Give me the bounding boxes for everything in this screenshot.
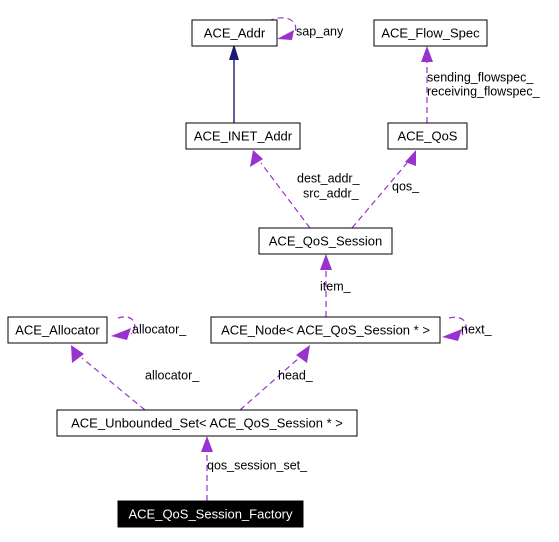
class-boxes: ACE_Addr ACE_Flow_Spec ACE_INET_Addr ACE… (7, 19, 488, 528)
label-next: next_ (461, 322, 493, 336)
label-item: item_ (320, 279, 352, 293)
class-node-ace-qos-session-factory[interactable]: ACE_QoS_Session_Factory (117, 500, 304, 528)
edge-session-to-inet-addr (250, 150, 311, 229)
class-label-ace-inet-addr: ACE_INET_Addr (194, 128, 293, 143)
label-receiving-flowspec: receiving_flowspec_ (427, 84, 541, 98)
class-node-ace-allocator[interactable]: ACE_Allocator (7, 316, 108, 344)
class-label-ace-unbounded-set: ACE_Unbounded_Set< ACE_QoS_Session * > (71, 415, 343, 430)
class-node-ace-node[interactable]: ACE_Node< ACE_QoS_Session * > (210, 316, 441, 344)
class-node-ace-flow-spec[interactable]: ACE_Flow_Spec (373, 19, 488, 47)
label-allocator-set: allocator_ (145, 368, 200, 382)
class-node-ace-addr[interactable]: ACE_Addr (191, 19, 278, 47)
label-sending-flowspec: sending_flowspec_ (427, 70, 534, 84)
class-label-ace-qos: ACE_QoS (398, 128, 458, 143)
class-label-ace-qos-session-factory: ACE_QoS_Session_Factory (128, 506, 293, 521)
class-node-ace-qos-session[interactable]: ACE_QoS_Session (258, 227, 393, 255)
class-label-ace-qos-session: ACE_QoS_Session (269, 233, 382, 248)
label-allocator-node: allocator_ (132, 322, 187, 336)
label-qos-session-set: qos_session_set_ (207, 458, 308, 472)
label-head: head_ (278, 368, 314, 382)
label-sap-any: sap_any (296, 24, 344, 38)
class-label-ace-allocator: ACE_Allocator (15, 322, 100, 337)
class-label-ace-node: ACE_Node< ACE_QoS_Session * > (221, 322, 430, 337)
class-label-ace-addr: ACE_Addr (204, 25, 266, 40)
edge-set-to-allocator (71, 345, 146, 411)
class-node-ace-inet-addr[interactable]: ACE_INET_Addr (185, 122, 301, 150)
diagram-canvas: ACE_Flow_Spec : sending/receiving flowsp… (7, 17, 541, 528)
label-qos: qos_ (392, 179, 420, 193)
class-node-ace-qos[interactable]: ACE_QoS (387, 122, 468, 150)
class-node-ace-unbounded-set[interactable]: ACE_Unbounded_Set< ACE_QoS_Session * > (56, 409, 358, 437)
edge-inet-addr-to-addr (229, 44, 239, 123)
label-dest-addr: dest_addr_ (297, 171, 361, 185)
class-label-ace-flow-spec: ACE_Flow_Spec (381, 25, 480, 40)
uml-collaboration-diagram: ACE_Flow_Spec : sending/receiving flowsp… (0, 0, 559, 542)
label-src-addr: src_addr_ (303, 186, 360, 200)
